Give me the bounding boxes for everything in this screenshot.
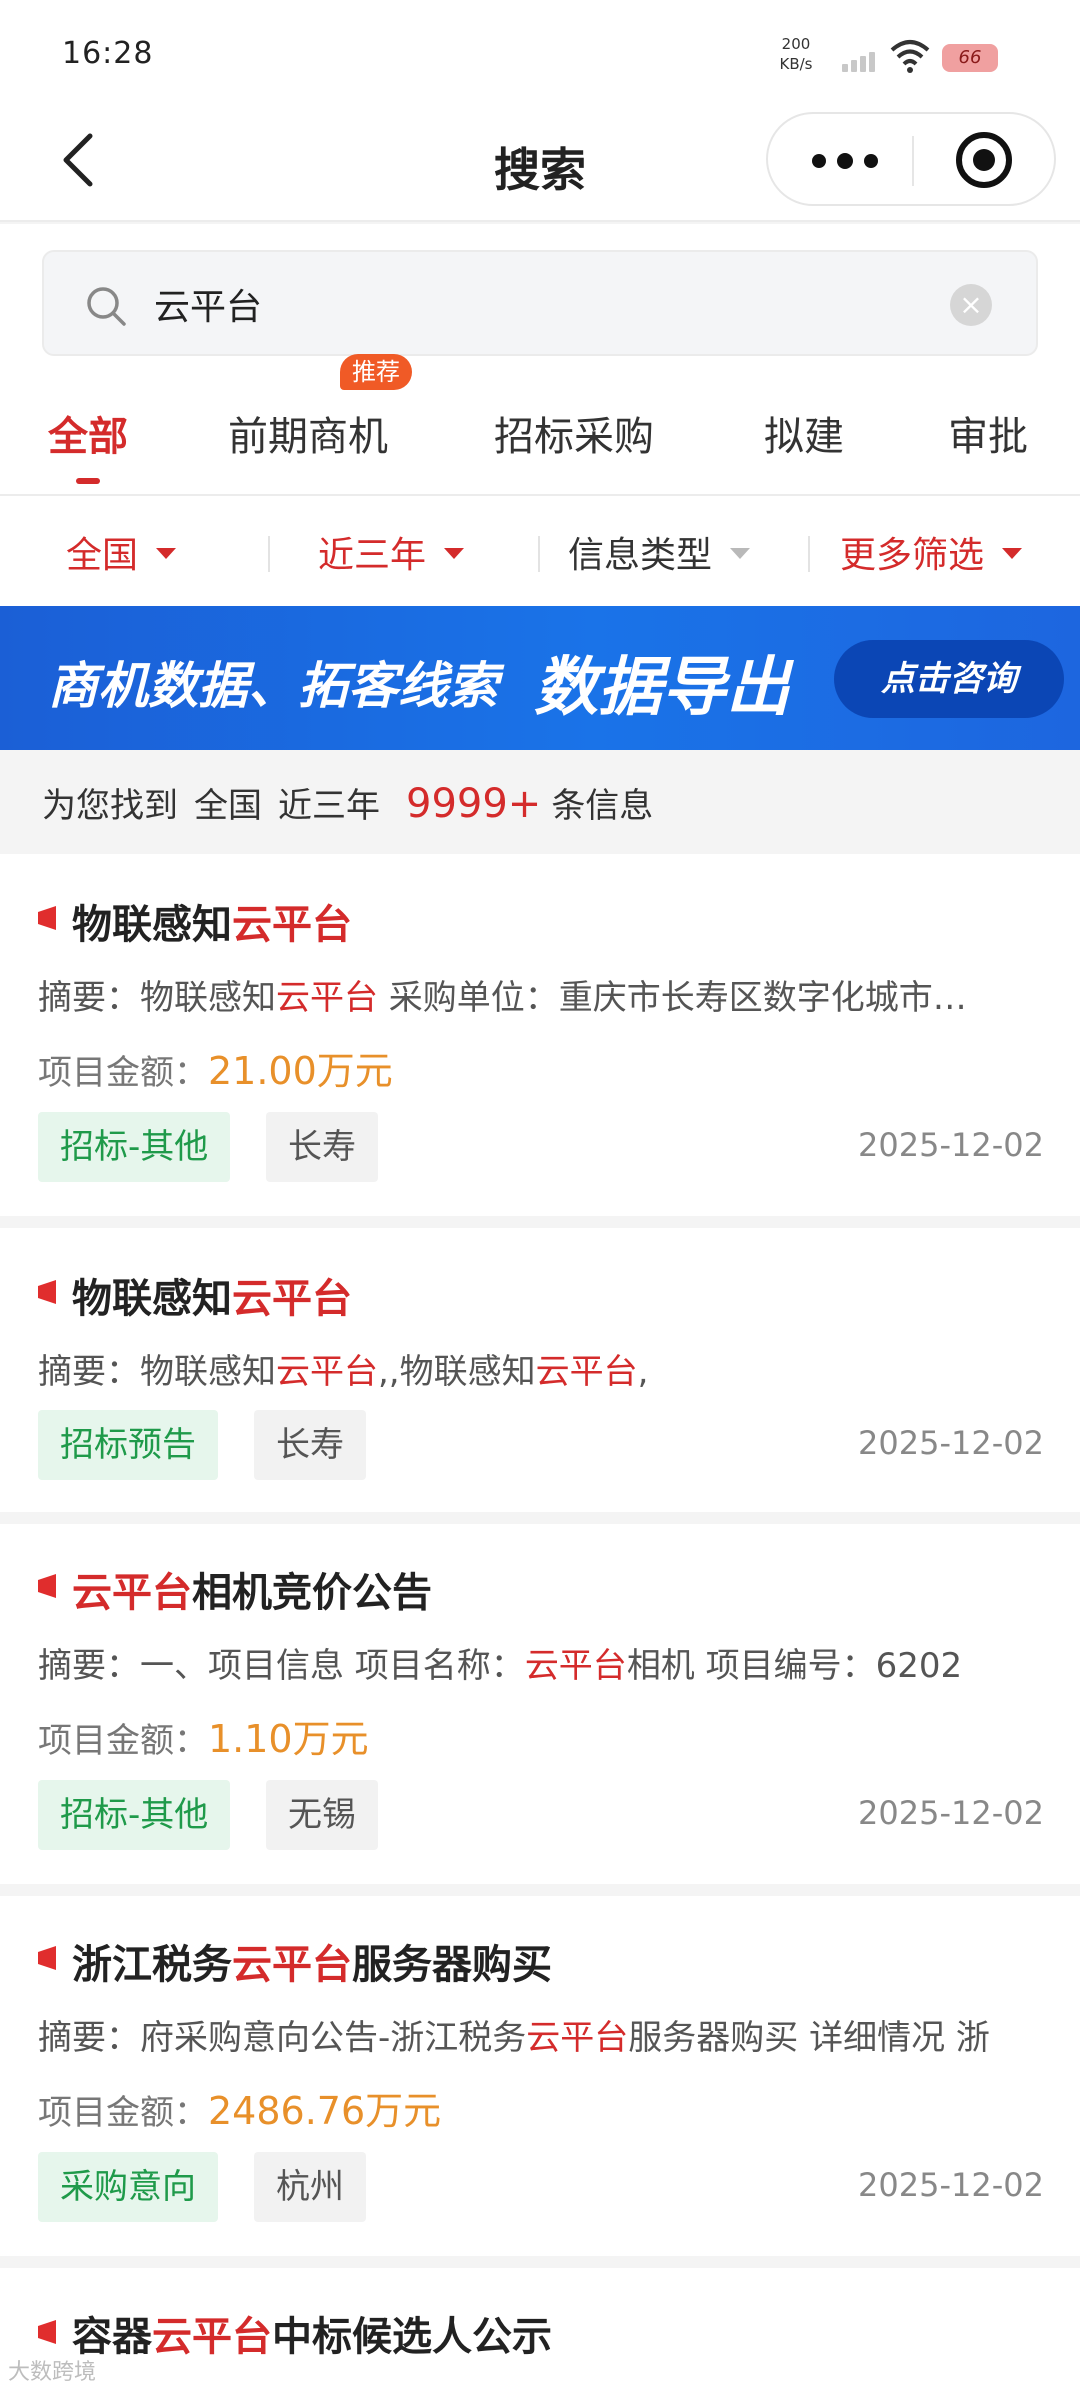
dropdown-arrow-icon <box>444 547 465 559</box>
close-mini-program-icon[interactable] <box>956 132 1012 188</box>
network-speed: 200 KB/s <box>776 34 816 74</box>
result-title: 云平台相机竞价公告 <box>72 1570 432 1616</box>
dropdown-arrow-icon <box>730 547 751 559</box>
tab-early-opportunities[interactable]: 前期商机 <box>228 404 388 462</box>
result-summary-text: 摘要：府采购意向公告-浙江税务云平台服务器购买 详细情况 浙 <box>38 2018 990 2058</box>
result-period: 近三年 <box>278 786 380 826</box>
tab-tender-procurement[interactable]: 招标采购 <box>494 404 654 462</box>
result-prefix: 为您找到 <box>42 786 178 826</box>
filter-time[interactable]: 近三年 <box>318 526 465 576</box>
filter-region-label: 全国 <box>66 535 139 576</box>
result-date: 2025-12-02 <box>858 1794 1044 1832</box>
result-type-tag: 招标预告 <box>38 1410 218 1480</box>
flag-icon <box>38 1280 56 1304</box>
search-box: × <box>42 250 1038 356</box>
flag-icon <box>38 1946 56 1970</box>
flag-icon <box>38 2320 56 2344</box>
result-type-tag: 招标-其他 <box>38 1780 231 1850</box>
dropdown-arrow-icon <box>156 547 177 559</box>
filter-divider <box>538 536 540 572</box>
wifi-icon <box>890 40 930 73</box>
result-date: 2025-12-02 <box>858 2166 1044 2204</box>
result-type-tag: 招标-其他 <box>38 1112 231 1182</box>
filter-bar: 全国 近三年 信息类型 更多筛选 <box>0 496 1080 606</box>
result-amount: 项目金额：2486.76万元 <box>38 2089 442 2133</box>
flag-icon <box>38 906 56 930</box>
search-input[interactable] <box>154 274 914 334</box>
search-icon <box>87 287 126 326</box>
result-title: 浙江税务云平台服务器购买 <box>72 1942 552 1988</box>
watermark: 大数跨境 <box>8 2360 97 2385</box>
search-section: × <box>0 224 1080 368</box>
result-summary: 为您找到 全国 近三年 9999+ 条信息 <box>0 750 1080 854</box>
filter-time-label: 近三年 <box>318 535 427 576</box>
nav-bar: 搜索 <box>0 108 1080 222</box>
result-title: 物联感知云平台 <box>72 1276 352 1322</box>
filter-divider <box>268 536 270 572</box>
tab-approval[interactable]: 审批 <box>948 404 1028 462</box>
result-card[interactable]: 物联感知云平台 摘要：物联感知云平台 采购单位：重庆市长寿区数字化城市… 项目金… <box>0 854 1080 1216</box>
result-date: 2025-12-02 <box>858 1424 1044 1462</box>
filter-more[interactable]: 更多筛选 <box>840 526 1023 576</box>
recommend-badge: 推荐 <box>340 354 412 390</box>
filter-region[interactable]: 全国 <box>66 526 177 576</box>
result-region-tag: 长寿 <box>266 1112 378 1182</box>
result-card[interactable]: 云平台相机竞价公告 摘要：一、项目信息 项目名称：云平台相机 项目编号：6202… <box>0 1524 1080 1884</box>
banner-text-left: 商机数据、拓客线索 <box>48 657 498 715</box>
result-summary-text: 摘要：一、项目信息 项目名称：云平台相机 项目编号：6202 <box>38 1646 963 1686</box>
status-time: 16:28 <box>62 36 154 71</box>
banner-text-big: 数据导出 <box>534 651 790 725</box>
result-title: 物联感知云平台 <box>72 902 352 948</box>
result-card[interactable]: 物联感知云平台 摘要：物联感知云平台,,物联感知云平台, 招标预告 长寿 202… <box>0 1228 1080 1512</box>
network-speed-unit: KB/s <box>779 55 813 73</box>
flag-icon <box>38 1574 56 1598</box>
consult-button[interactable]: 点击咨询 <box>834 640 1064 718</box>
clear-search-icon[interactable]: × <box>950 284 992 326</box>
result-card[interactable]: 容器云平台中标候选人公示 <box>0 2268 1080 2388</box>
more-options-icon[interactable] <box>808 144 880 178</box>
battery-icon: 66 <box>942 44 998 72</box>
signal-icon <box>842 50 878 72</box>
result-amount: 项目金额：1.10万元 <box>38 1717 369 1761</box>
category-tabs: 全部 前期商机 推荐 招标采购 拟建 审批 <box>0 354 1080 496</box>
result-region-tag: 杭州 <box>254 2152 366 2222</box>
mini-program-capsule <box>766 112 1056 206</box>
result-suffix: 条信息 <box>551 786 654 826</box>
result-summary-text: 摘要：物联感知云平台 采购单位：重庆市长寿区数字化城市… <box>38 978 967 1018</box>
result-amount: 项目金额：21.00万元 <box>38 1049 393 1093</box>
tab-all[interactable]: 全部 <box>48 404 128 484</box>
result-summary-text: 摘要：物联感知云平台,,物联感知云平台, <box>38 1352 649 1392</box>
capsule-divider <box>912 136 914 186</box>
result-region-tag: 无锡 <box>266 1780 378 1850</box>
status-bar: 16:28 200 KB/s 66 <box>0 0 1080 108</box>
filter-info-type-label: 信息类型 <box>568 535 713 576</box>
result-date: 2025-12-02 <box>858 1126 1044 1164</box>
result-region-tag: 长寿 <box>254 1410 366 1480</box>
promo-banner[interactable]: 商机数据、拓客线索 数据导出 点击咨询 <box>0 606 1080 750</box>
dropdown-arrow-icon <box>1002 547 1023 559</box>
result-type-tag: 采购意向 <box>38 2152 218 2222</box>
filter-more-label: 更多筛选 <box>840 535 985 576</box>
result-title: 容器云平台中标候选人公示 <box>72 2314 552 2360</box>
network-speed-value: 200 <box>781 35 811 53</box>
filter-info-type[interactable]: 信息类型 <box>568 526 751 576</box>
filter-divider <box>808 536 810 572</box>
result-count: 9999+ <box>406 781 542 827</box>
result-region: 全国 <box>194 786 262 826</box>
result-card[interactable]: 浙江税务云平台服务器购买 摘要：府采购意向公告-浙江税务云平台服务器购买 详细情… <box>0 1896 1080 2256</box>
tab-proposed[interactable]: 拟建 <box>764 404 844 462</box>
